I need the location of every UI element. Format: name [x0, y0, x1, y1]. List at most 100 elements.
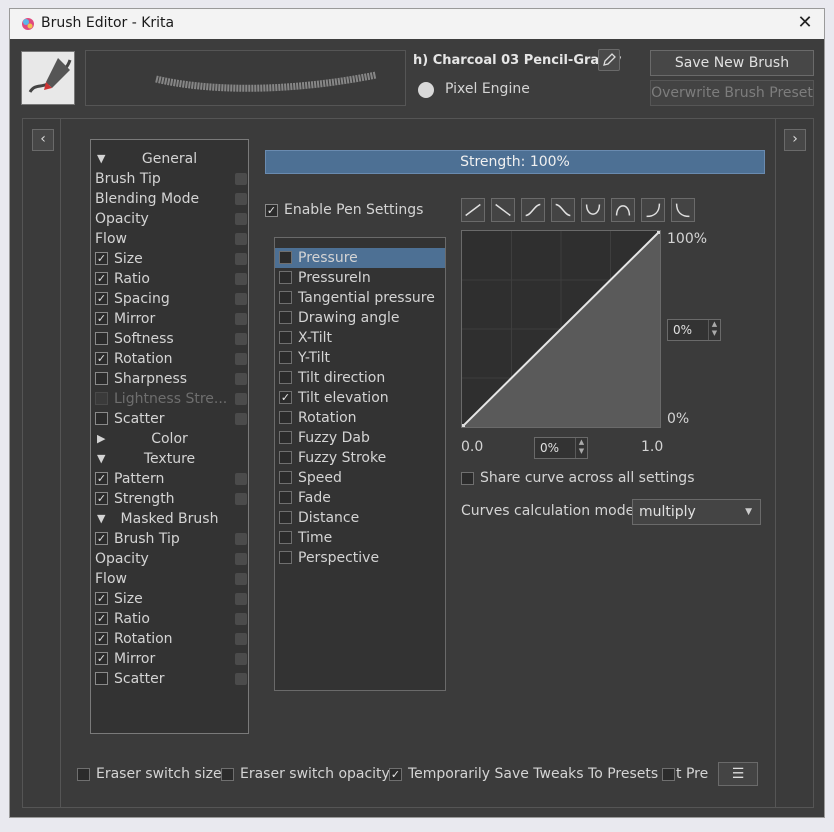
lock-icon[interactable] — [235, 473, 247, 485]
sensor-item[interactable]: Fuzzy Dab — [275, 428, 445, 448]
collapse-triangle-icon[interactable]: ▼ — [97, 509, 105, 529]
lock-icon[interactable] — [235, 633, 247, 645]
lock-icon[interactable] — [235, 393, 247, 405]
lock-icon[interactable] — [235, 533, 247, 545]
u-curve-icon[interactable] — [581, 198, 605, 222]
j-curve-icon[interactable] — [641, 198, 665, 222]
lock-icon[interactable] — [235, 613, 247, 625]
tree-item-checkbox[interactable]: ✓ — [95, 352, 108, 365]
tree-item[interactable]: Softness — [91, 329, 248, 349]
tree-item-checkbox[interactable]: ✓ — [95, 592, 108, 605]
lock-icon[interactable] — [235, 233, 247, 245]
sensor-checkbox[interactable] — [279, 451, 292, 464]
tree-item-checkbox[interactable] — [95, 672, 108, 685]
brush-options-tree[interactable]: General ▼ Brush Tip Blending Mode Opacity Flo… — [90, 139, 249, 734]
sensor-checkbox[interactable] — [279, 531, 292, 544]
tree-item-checkbox[interactable]: ✓ — [95, 272, 108, 285]
tree-group[interactable]: General ▼ — [91, 149, 248, 169]
tree-item[interactable]: ✓ Strength — [91, 489, 248, 509]
curve-editor[interactable] — [459, 228, 663, 430]
brush-tip-thumbnail[interactable] — [21, 51, 75, 105]
tree-item-checkbox[interactable] — [95, 392, 108, 405]
share-curve-checkbox[interactable] — [461, 472, 474, 485]
lock-icon[interactable] — [235, 173, 247, 185]
sensor-list[interactable]: Pressure PressureIn Tangential pressure Dra… — [274, 237, 446, 691]
sensor-item[interactable]: Rotation — [275, 408, 445, 428]
tree-item-checkbox[interactable]: ✓ — [95, 492, 108, 505]
collapse-triangle-icon[interactable]: ▼ — [97, 149, 105, 169]
tree-item[interactable]: ✓ Size — [91, 249, 248, 269]
lock-icon[interactable] — [235, 413, 247, 425]
sensor-item[interactable]: PressureIn — [275, 268, 445, 288]
options-menu-button[interactable]: ☰ — [718, 762, 758, 786]
sensor-item[interactable]: Speed — [275, 468, 445, 488]
calc-mode-select[interactable]: multiply ▼ — [632, 499, 761, 525]
sensor-item[interactable]: ✓ Tilt elevation — [275, 388, 445, 408]
sensor-checkbox[interactable] — [279, 271, 292, 284]
curve-x-spinbox[interactable]: 0% ▲ ▼ — [534, 437, 588, 459]
tree-item[interactable]: Blending Mode — [91, 189, 248, 209]
tree-item[interactable]: Scatter — [91, 409, 248, 429]
strength-slider[interactable]: Strength: 100% — [265, 150, 765, 174]
tree-item[interactable]: Lightness Stre... — [91, 389, 248, 409]
collapse-left-button[interactable]: ‹ — [32, 129, 54, 151]
arch-curve-icon[interactable] — [611, 198, 635, 222]
sensor-item[interactable]: Drawing angle — [275, 308, 445, 328]
tree-item[interactable]: ✓ Mirror — [91, 309, 248, 329]
lock-icon[interactable] — [235, 373, 247, 385]
sensor-checkbox[interactable] — [279, 371, 292, 384]
sensor-item[interactable]: Time — [275, 528, 445, 548]
sensor-item[interactable]: Perspective — [275, 548, 445, 568]
tree-item[interactable]: ✓ Brush Tip — [91, 529, 248, 549]
tree-item[interactable]: Flow — [91, 229, 248, 249]
lock-icon[interactable] — [235, 353, 247, 365]
tree-item[interactable]: ✓ Rotation — [91, 349, 248, 369]
sensor-checkbox[interactable] — [279, 251, 292, 264]
tree-item[interactable]: Sharpness — [91, 369, 248, 389]
sensor-item[interactable]: Pressure — [275, 248, 445, 268]
tree-item[interactable]: ✓ Mirror — [91, 649, 248, 669]
sensor-checkbox[interactable] — [279, 491, 292, 504]
sensor-checkbox[interactable] — [279, 511, 292, 524]
save-new-preset-button[interactable]: Save New Brush Preset... — [650, 50, 814, 95]
linear-curve-icon[interactable] — [461, 198, 485, 222]
tree-item[interactable]: ✓ Pattern — [91, 469, 248, 489]
lock-icon[interactable] — [235, 553, 247, 565]
tree-item-checkbox[interactable]: ✓ — [95, 652, 108, 665]
tree-item-checkbox[interactable]: ✓ — [95, 612, 108, 625]
tree-item-checkbox[interactable]: ✓ — [95, 472, 108, 485]
collapse-right-button[interactable]: › — [784, 129, 806, 151]
reverse-s-curve-icon[interactable] — [551, 198, 575, 222]
tree-item-checkbox[interactable] — [95, 332, 108, 345]
tree-item[interactable]: Scatter — [91, 669, 248, 689]
reverse-linear-curve-icon[interactable] — [491, 198, 515, 222]
tree-item-checkbox[interactable]: ✓ — [95, 532, 108, 545]
spin-arrows-icon[interactable]: ▲ ▼ — [708, 320, 720, 340]
tree-item-checkbox[interactable] — [95, 372, 108, 385]
tree-item[interactable]: ✓ Spacing — [91, 289, 248, 309]
tree-item[interactable]: ✓ Ratio — [91, 269, 248, 289]
eraser-size-checkbox[interactable] — [77, 768, 90, 781]
enable-pen-settings-checkbox[interactable]: ✓ — [265, 204, 278, 217]
temp-save-checkbox[interactable]: ✓ — [389, 768, 402, 781]
tree-item-checkbox[interactable]: ✓ — [95, 292, 108, 305]
lock-icon[interactable] — [235, 653, 247, 665]
sensor-checkbox[interactable]: ✓ — [279, 391, 292, 404]
tree-item-checkbox[interactable]: ✓ — [95, 312, 108, 325]
tree-item[interactable]: Opacity — [91, 209, 248, 229]
sensor-checkbox[interactable] — [279, 411, 292, 424]
curve-y-spinbox[interactable]: 0% ▲ ▼ — [667, 319, 721, 341]
sensor-item[interactable]: Distance — [275, 508, 445, 528]
overwrite-preset-button[interactable]: Overwrite Brush Preset — [650, 80, 814, 106]
lock-icon[interactable] — [235, 573, 247, 585]
rename-preset-button[interactable] — [598, 49, 620, 71]
tree-item[interactable]: ✓ Rotation — [91, 629, 248, 649]
sensor-item[interactable]: Fade — [275, 488, 445, 508]
lock-icon[interactable] — [235, 193, 247, 205]
sensor-checkbox[interactable] — [279, 551, 292, 564]
tree-item[interactable]: Brush Tip — [91, 169, 248, 189]
tree-group[interactable]: Color ▶ — [91, 429, 248, 449]
tree-group[interactable]: Masked Brush ▼ — [91, 509, 248, 529]
s-curve-icon[interactable] — [521, 198, 545, 222]
lock-icon[interactable] — [235, 273, 247, 285]
